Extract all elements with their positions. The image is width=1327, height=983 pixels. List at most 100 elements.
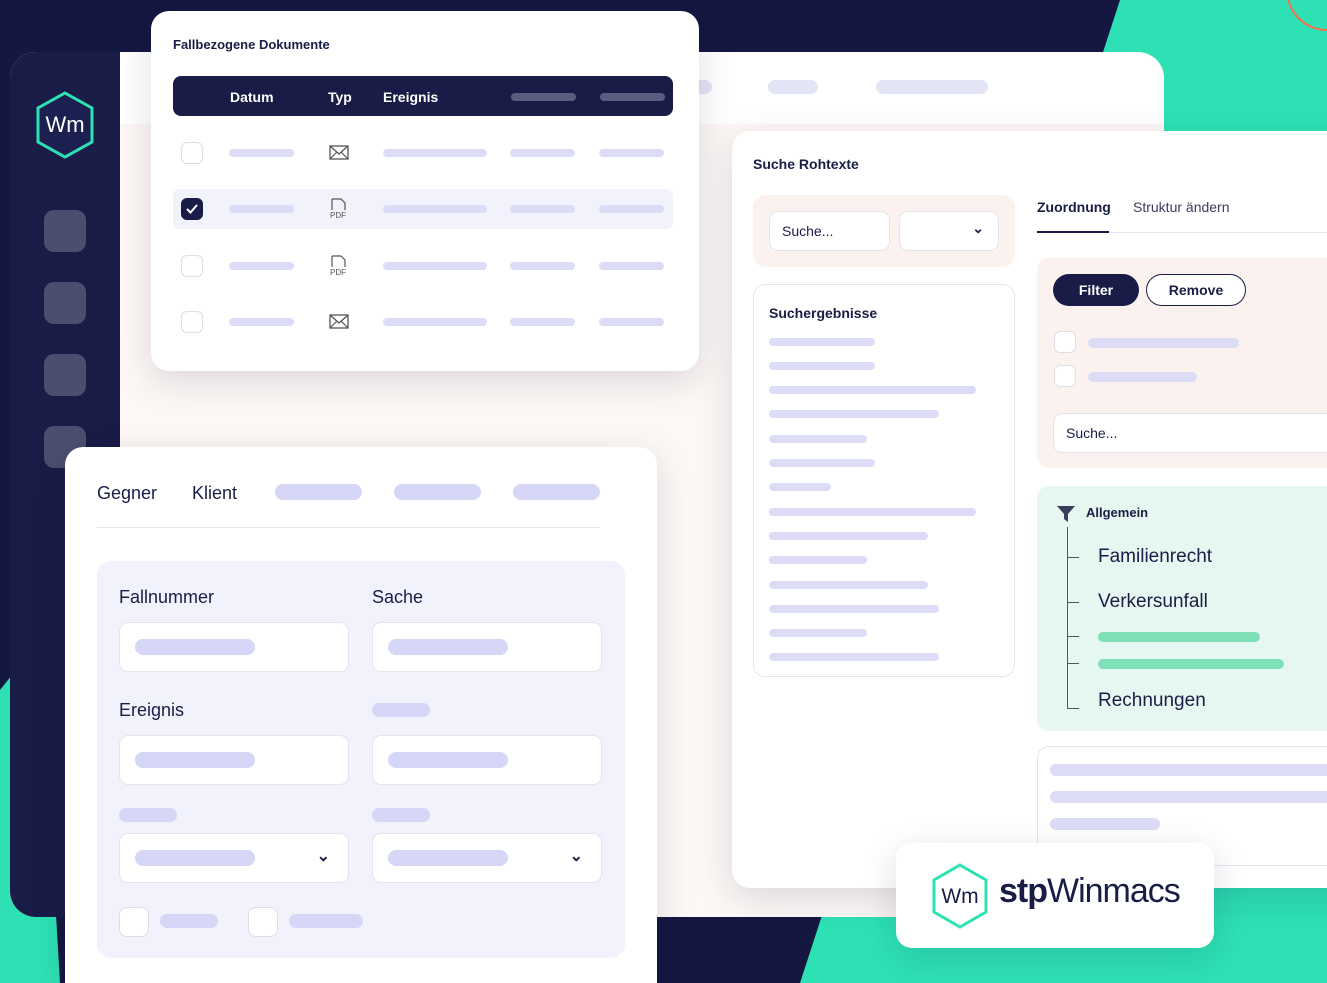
chevron-down-icon: ⌄ (316, 848, 330, 865)
brand-name-bold: stp (999, 872, 1048, 910)
checkbox-label (289, 914, 363, 928)
search-results-title: Suchergebnisse (769, 305, 878, 321)
result-line[interactable] (769, 581, 928, 589)
pdf-icon: PDF (330, 255, 346, 277)
tree-item-rechnungen[interactable]: Rechnungen (1098, 690, 1206, 712)
sache-input[interactable] (372, 622, 602, 672)
tab-zuordnung[interactable]: Zuordnung (1037, 199, 1111, 215)
result-line[interactable] (769, 338, 875, 346)
top-nav-item[interactable] (768, 80, 818, 94)
tree-connector (1067, 636, 1079, 637)
tab-placeholder[interactable] (275, 484, 362, 500)
result-line[interactable] (769, 362, 875, 370)
input-value (388, 752, 508, 768)
row-event (383, 262, 487, 270)
row-checkbox[interactable] (181, 142, 203, 164)
tree-item-familienrecht[interactable]: Familienrecht (1098, 546, 1212, 568)
pdf-label: PDF (330, 211, 346, 220)
option-checkbox[interactable] (119, 907, 149, 937)
row-date (229, 318, 294, 326)
row-date (229, 262, 294, 270)
tab-divider (1109, 232, 1327, 233)
filter-search-placeholder: Suche... (1066, 425, 1118, 441)
column-ereignis[interactable]: Ereignis (383, 89, 438, 105)
tab-placeholder[interactable] (394, 484, 481, 500)
column-placeholder[interactable] (600, 93, 665, 101)
result-line[interactable] (769, 435, 867, 443)
row-date (229, 149, 294, 157)
sidebar-item-1[interactable] (44, 210, 86, 252)
label-fallnummer: Fallnummer (119, 587, 215, 607)
funnel-icon (1057, 506, 1075, 522)
ereignis-input[interactable] (119, 735, 349, 785)
label-ereignis: Ereignis (119, 700, 185, 720)
tree-item-placeholder[interactable] (1098, 632, 1260, 642)
filter-checkbox-1[interactable] (1054, 331, 1076, 353)
column-typ[interactable]: Typ (328, 89, 352, 105)
tree-item-placeholder[interactable] (1098, 659, 1284, 669)
filter-search-input[interactable]: Suche... (1053, 413, 1327, 453)
row-checkbox[interactable] (181, 255, 203, 277)
result-line[interactable] (769, 629, 867, 637)
documents-card-title: Fallbezogene Dokumente (173, 37, 330, 52)
check-icon (186, 204, 198, 214)
result-line[interactable] (769, 605, 939, 613)
input-value (388, 639, 508, 655)
result-line[interactable] (769, 386, 976, 394)
brand-name: stpWinmacs (999, 872, 1181, 911)
top-nav-item[interactable] (876, 80, 988, 94)
result-line[interactable] (769, 556, 867, 564)
label-placeholder (372, 703, 430, 717)
tab-gegner[interactable]: Gegner (97, 483, 157, 504)
search-panel-title: Suche Rohtexte (753, 156, 859, 172)
result-line[interactable] (769, 483, 831, 491)
search-placeholder: Suche... (782, 223, 834, 239)
mail-icon (329, 145, 349, 160)
tab-underline (1037, 231, 1109, 233)
row-col5 (599, 205, 664, 213)
pdf-icon: PDF (330, 198, 346, 220)
result-line[interactable] (769, 532, 928, 540)
result-line[interactable] (769, 508, 976, 516)
option-checkbox[interactable] (248, 907, 278, 937)
tab-struktur-aendern[interactable]: Struktur ändern (1133, 199, 1230, 215)
result-line[interactable] (769, 459, 875, 467)
filter-button[interactable]: Filter (1053, 274, 1139, 306)
tree-item-verkersunfall[interactable]: Verkersunfall (1098, 591, 1208, 613)
row-checkbox[interactable] (181, 311, 203, 333)
select-value (388, 850, 508, 866)
search-scope-select[interactable]: ⌄ (899, 211, 999, 251)
column-datum[interactable]: Datum (230, 89, 274, 105)
row-col4 (510, 318, 575, 326)
tab-placeholder[interactable] (513, 484, 600, 500)
tab-klient[interactable]: Klient (192, 483, 237, 504)
filter-checkbox-2[interactable] (1054, 365, 1076, 387)
select-field[interactable]: ⌄ (372, 833, 602, 883)
sidebar-item-2[interactable] (44, 282, 86, 324)
sidebar-item-3[interactable] (44, 354, 86, 396)
filter-option-2 (1088, 372, 1197, 382)
tree-connector (1067, 708, 1079, 709)
label-placeholder (372, 808, 430, 822)
checkbox-label (160, 914, 218, 928)
remove-button[interactable]: Remove (1146, 274, 1246, 306)
text-input[interactable] (372, 735, 602, 785)
row-checkbox-checked[interactable] (181, 198, 203, 220)
column-placeholder[interactable] (511, 93, 576, 101)
pdf-label: PDF (330, 268, 346, 277)
result-line[interactable] (769, 653, 939, 661)
search-input[interactable]: Suche... (769, 211, 890, 251)
filter-option-1 (1088, 338, 1239, 348)
row-event (383, 205, 487, 213)
detail-line (1050, 791, 1327, 803)
brand-name-light: Winmacs (1047, 872, 1181, 910)
brand-logo-card: Wm stpWinmacs (896, 843, 1214, 948)
row-col5 (599, 149, 664, 157)
documents-table-header: Datum Typ Ereignis (173, 76, 673, 116)
tree-connector (1067, 663, 1079, 664)
result-line[interactable] (769, 410, 939, 418)
documents-card: Fallbezogene Dokumente Datum Typ Ereigni… (151, 11, 699, 371)
fallnummer-input[interactable] (119, 622, 349, 672)
select-field[interactable]: ⌄ (119, 833, 349, 883)
sidebar-logo-text: Wm (45, 112, 84, 137)
